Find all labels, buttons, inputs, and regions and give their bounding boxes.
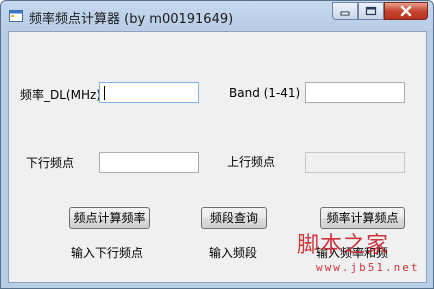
- freq-dl-input[interactable]: [99, 82, 199, 103]
- band-label: Band (1-41): [229, 86, 301, 100]
- window-controls: [332, 2, 428, 21]
- window-title: 频率频点计算器 (by m00191649): [29, 12, 234, 27]
- band-input[interactable]: [305, 82, 405, 103]
- freq-dl-label: 频率_DL(MHz): [20, 88, 101, 102]
- channel-to-freq-button[interactable]: 频点计算频率: [69, 207, 150, 229]
- text-caret: [104, 86, 105, 100]
- maximize-icon: [365, 6, 377, 16]
- app-window: 频率频点计算器 (by m00191649) 频率_DL(MHz) Band (…: [0, 0, 434, 289]
- maximize-button[interactable]: [358, 2, 384, 20]
- watermark-url: www.jb51.net: [316, 261, 420, 274]
- close-icon: [400, 5, 412, 17]
- dl-channel-label: 下行频点: [26, 156, 75, 170]
- freq-to-channel-button[interactable]: 频率计算频点: [320, 207, 405, 229]
- band-query-button[interactable]: 频段查询: [201, 207, 267, 229]
- title-bar[interactable]: 频率频点计算器 (by m00191649): [1, 1, 433, 31]
- band-query-hint: 输入频段: [209, 246, 258, 260]
- minimize-icon: [340, 11, 350, 16]
- minimize-button[interactable]: [332, 2, 358, 20]
- ul-channel-label: 上行频点: [227, 155, 276, 169]
- dl-channel-input[interactable]: [99, 152, 199, 173]
- close-button[interactable]: [384, 2, 428, 20]
- app-window-icon: [9, 10, 23, 22]
- watermark-logo: 脚本之家: [297, 233, 390, 258]
- channel-to-freq-hint: 输入下行频点: [71, 246, 144, 260]
- ul-channel-input: [305, 152, 405, 173]
